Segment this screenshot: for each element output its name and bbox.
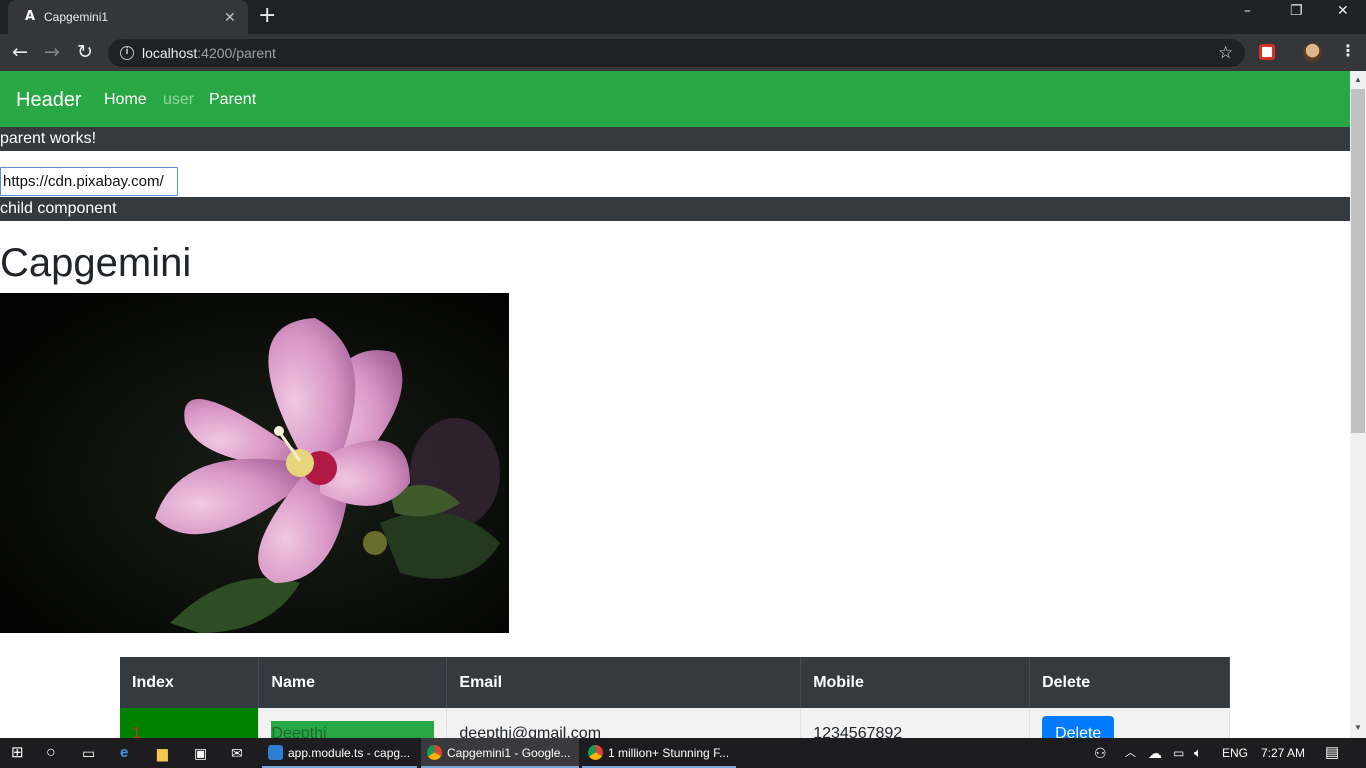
cell-email: deepthi@gmail.com	[446, 708, 802, 738]
edge-icon[interactable]: e	[120, 738, 128, 768]
site-info-icon[interactable]: i	[120, 46, 134, 60]
scroll-down-icon[interactable]: ▼	[1354, 723, 1362, 732]
battery-icon[interactable]: ▭	[1173, 738, 1184, 768]
address-bar[interactable]: i localhost:4200/parent ☆	[108, 39, 1245, 67]
taskbar-app-label: 1 million+ Stunning F...	[608, 746, 730, 760]
people-icon[interactable]: ⚇	[1094, 738, 1107, 768]
minimize-icon[interactable]: –	[1244, 3, 1251, 19]
tab-close-icon[interactable]: ✕	[224, 8, 236, 26]
nav-link-parent[interactable]: Parent	[209, 90, 256, 110]
mail-icon[interactable]: ✉	[231, 738, 243, 768]
name-badge: Deepthi	[271, 721, 435, 738]
clock[interactable]: 7:27 AM	[1261, 738, 1305, 768]
new-tab-icon[interactable]: +	[258, 5, 276, 27]
delete-button[interactable]: Delete	[1042, 716, 1115, 738]
browser-toolbar: ← → ↻ i localhost:4200/parent ☆	[0, 34, 1366, 71]
taskbar-app-label: app.module.ts - capg...	[288, 746, 411, 760]
cell-index: 1	[120, 708, 260, 738]
chrome-icon	[427, 745, 442, 760]
vscode-icon	[268, 745, 283, 760]
scrollbar-thumb[interactable]	[1351, 89, 1365, 433]
task-view-icon[interactable]: ▭	[82, 738, 95, 768]
table-row: 1 Deepthi deepthi@gmail.com 1234567892 D…	[120, 708, 1230, 738]
restore-icon[interactable]: ❐	[1290, 3, 1303, 19]
url-path: :4200/parent	[197, 45, 276, 61]
parent-input-row	[0, 151, 1350, 197]
parent-status-bar: parent works!	[0, 127, 1350, 151]
reload-icon[interactable]: ↻	[77, 40, 93, 64]
page-viewport: Header Home user Parent parent works! ch…	[0, 71, 1350, 738]
scroll-up-icon[interactable]: ▲	[1354, 75, 1362, 84]
notification-icon[interactable]: ▤	[1325, 738, 1339, 768]
angular-favicon-icon: A	[24, 9, 36, 24]
taskbar-app-chrome-pixabay[interactable]: 1 million+ Stunning F...	[582, 738, 736, 768]
flower-image	[0, 293, 509, 633]
windows-start-icon[interactable]: ⊞	[11, 738, 24, 768]
header-name: Name	[258, 657, 448, 708]
nav-link-home[interactable]: Home	[104, 90, 147, 110]
tab-title: Capgemini1	[44, 10, 109, 24]
app-navbar: Header Home user Parent	[0, 71, 1350, 127]
bookmark-star-icon[interactable]: ☆	[1218, 43, 1233, 63]
cell-delete: Delete	[1029, 708, 1230, 738]
onedrive-icon[interactable]: ☁	[1148, 738, 1162, 768]
page-scrollbar[interactable]: ▲ ▼	[1350, 71, 1366, 738]
extension-icon[interactable]	[1259, 44, 1275, 60]
cell-name: Deepthi	[258, 708, 448, 738]
nav-link-user[interactable]: user	[163, 90, 194, 110]
browser-tab[interactable]: A Capgemini1 ✕	[8, 0, 248, 34]
tray-chevron-icon[interactable]: ︿	[1125, 738, 1136, 768]
back-icon[interactable]: ←	[12, 40, 28, 64]
navbar-brand[interactable]: Header	[16, 87, 82, 113]
browser-menu-icon[interactable]: ⋮	[1340, 41, 1356, 60]
taskbar-app-vscode[interactable]: app.module.ts - capg...	[262, 738, 417, 768]
table-header-row: Index Name Email Mobile Delete	[120, 657, 1230, 708]
header-email: Email	[446, 657, 802, 708]
header-delete: Delete	[1029, 657, 1230, 708]
window-close-icon[interactable]: ✕	[1337, 3, 1349, 19]
language-indicator[interactable]: ENG	[1222, 738, 1248, 768]
windows-taskbar: ⊞ ○ ▭ e ▆ ▣ ✉ app.module.ts - capg... Ca…	[0, 738, 1366, 768]
cell-mobile: 1234567892	[800, 708, 1031, 738]
header-mobile: Mobile	[800, 657, 1031, 708]
chrome-icon	[588, 745, 603, 760]
search-circle-icon[interactable]: ○	[46, 738, 56, 768]
address-url: localhost:4200/parent	[142, 45, 276, 61]
browser-tab-strip: A Capgemini1 ✕ + – ❐ ✕	[0, 0, 1366, 34]
forward-icon[interactable]: →	[44, 40, 60, 64]
volume-icon[interactable]: 🔈︎	[1194, 738, 1202, 768]
store-icon[interactable]: ▣	[194, 738, 207, 768]
child-label-bar: child component	[0, 197, 1350, 221]
taskbar-app-label: Capgemini1 - Google...	[447, 746, 571, 760]
child-title: Capgemini	[0, 241, 192, 285]
url-host: localhost	[142, 45, 198, 61]
profile-avatar[interactable]	[1303, 43, 1322, 62]
image-url-input[interactable]	[0, 167, 178, 196]
users-table: Index Name Email Mobile Delete 1 Deepthi…	[120, 657, 1230, 738]
header-index: Index	[120, 657, 260, 708]
file-explorer-icon[interactable]: ▆	[157, 738, 168, 768]
taskbar-app-chrome-capgemini[interactable]: Capgemini1 - Google...	[421, 738, 579, 768]
